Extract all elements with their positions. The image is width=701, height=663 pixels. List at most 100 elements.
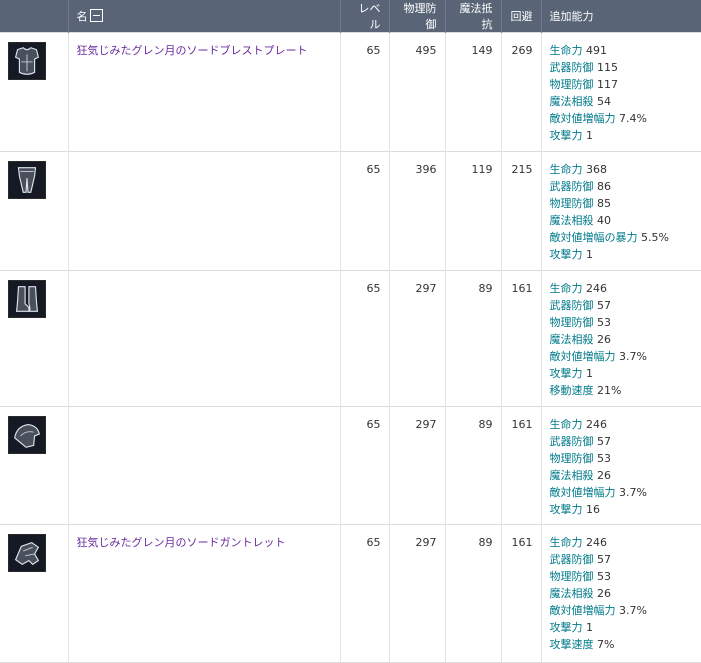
stat-line: 物理防御 53	[550, 568, 694, 585]
stat-line: 物理防御 53	[550, 314, 694, 331]
shoulder-armor-icon[interactable]	[8, 416, 46, 454]
header-name: 名	[67, 0, 340, 33]
stat-label: 敵対値増幅力	[549, 112, 616, 125]
leg-armor-icon[interactable]	[8, 161, 46, 199]
item-mag-res: 89	[444, 270, 501, 407]
item-name[interactable]: 狂気じみたグレン月のソードブレストプレート	[77, 44, 308, 57]
stat-line: 武器防御 115	[550, 59, 694, 76]
stat-line: 攻撃力 16	[550, 501, 694, 518]
stat-label: 攻撃速度	[549, 638, 594, 651]
stat-label: 敵対値増幅力	[549, 604, 616, 617]
stat-line: 生命力 368	[550, 161, 694, 178]
stat-value: 1	[586, 367, 593, 380]
stat-value: 246	[586, 418, 607, 431]
stat-value: 368	[586, 163, 607, 176]
stat-label: 生命力	[549, 44, 583, 57]
stat-line: 物理防御 117	[550, 76, 694, 93]
stat-value: 3.7%	[619, 486, 647, 499]
item-icon-cell	[0, 151, 68, 271]
stat-label: 武器防御	[549, 299, 594, 312]
stat-value: 54	[597, 95, 611, 108]
stat-label: 武器防御	[549, 180, 594, 193]
stat-line: 武器防御 57	[550, 297, 694, 314]
stat-line: 魔法相殺 40	[550, 212, 694, 229]
item-level: 65	[339, 32, 389, 152]
item-table: 名 レベル 物理防御 魔法抵抗 回避 追加能力 狂気じみたグレン月のソードブレス…	[0, 0, 701, 663]
stat-label: 物理防御	[549, 78, 594, 91]
item-name[interactable]: 狂気じみたグレン月のソードガントレット	[77, 536, 286, 549]
header-icon-col	[0, 0, 68, 33]
stat-value: 246	[586, 282, 607, 295]
stat-value: 57	[597, 553, 611, 566]
stat-label: 魔法相殺	[549, 333, 594, 346]
item-evade: 215	[500, 151, 541, 271]
stat-value: 86	[597, 180, 611, 193]
stat-value: 7.4%	[619, 112, 647, 125]
item-icon-cell	[0, 32, 68, 152]
header-mag-res: 魔法抵抗	[444, 0, 501, 33]
stat-line: 攻撃速度 7%	[550, 636, 694, 653]
stat-value: 1	[586, 248, 593, 261]
stat-value: 85	[597, 197, 611, 210]
item-mag-res: 149	[444, 32, 501, 152]
stat-value: 40	[597, 214, 611, 227]
stat-line: 生命力 246	[550, 534, 694, 551]
collapse-icon[interactable]	[89, 9, 103, 22]
stat-label: 物理防御	[549, 197, 594, 210]
stat-label: 生命力	[549, 418, 583, 431]
item-name-cell	[67, 406, 340, 525]
item-phys-def: 495	[388, 32, 445, 152]
stat-line: 攻撃力 1	[550, 365, 694, 382]
stat-label: 武器防御	[549, 553, 594, 566]
stat-value: 491	[586, 44, 607, 57]
stat-label: 敵対値増幅の暴力	[549, 231, 638, 244]
stat-label: 物理防御	[549, 452, 594, 465]
stat-value: 57	[597, 435, 611, 448]
stat-line: 攻撃力 1	[550, 127, 694, 144]
item-stats: 生命力 246 武器防御 57 物理防御 53 魔法相殺 26 敵対値増幅力 3…	[540, 270, 701, 407]
stat-line: 武器防御 86	[550, 178, 694, 195]
stat-line: 敵対値増幅力 7.4%	[550, 110, 694, 127]
stat-value: 5.5%	[641, 231, 669, 244]
stat-line: 攻撃力 1	[550, 246, 694, 263]
header-evade: 回避	[500, 0, 541, 33]
table-row: 65 297 89 161 生命力 246 武器防御 57 物理防御 53 魔法…	[0, 270, 701, 407]
stat-value: 21%	[597, 384, 622, 397]
item-name-cell: 狂気じみたグレン月のソードブレストプレート	[67, 32, 340, 152]
stat-value: 26	[597, 587, 611, 600]
header-name-label: 名	[76, 10, 88, 23]
table-row: 65 297 89 161 生命力 246 武器防御 57 物理防御 53 魔法…	[0, 406, 701, 525]
table-row: 狂気じみたグレン月のソードブレストプレート 65 495 149 269 生命力…	[0, 32, 701, 152]
stat-label: 武器防御	[549, 61, 594, 74]
item-phys-def: 297	[388, 406, 445, 525]
stat-value: 26	[597, 333, 611, 346]
item-evade: 161	[500, 270, 541, 407]
table-body: 狂気じみたグレン月のソードブレストプレート 65 495 149 269 生命力…	[0, 32, 701, 663]
stat-line: 生命力 246	[550, 280, 694, 297]
stat-label: 物理防御	[549, 316, 594, 329]
stat-label: 物理防御	[549, 570, 594, 583]
stat-value: 3.7%	[619, 350, 647, 363]
stat-value: 53	[597, 452, 611, 465]
stat-value: 246	[586, 536, 607, 549]
item-level: 65	[339, 151, 389, 271]
stat-value: 1	[586, 129, 593, 142]
item-level: 65	[339, 406, 389, 525]
item-mag-res: 89	[444, 524, 501, 663]
gauntlet-icon[interactable]	[8, 534, 46, 572]
item-stats: 生命力 246 武器防御 57 物理防御 53 魔法相殺 26 敵対値増幅力 3…	[540, 524, 701, 663]
stat-line: 敵対値増幅力 3.7%	[550, 348, 694, 365]
item-stats: 生命力 491 武器防御 115 物理防御 117 魔法相殺 54 敵対値増幅力…	[540, 32, 701, 152]
item-icon-cell	[0, 406, 68, 525]
stat-line: 物理防御 85	[550, 195, 694, 212]
stat-label: 敵対値増幅力	[549, 350, 616, 363]
boots-icon[interactable]	[8, 280, 46, 318]
item-icon-cell	[0, 524, 68, 663]
chest-armor-icon[interactable]	[8, 42, 46, 80]
stat-value: 3.7%	[619, 604, 647, 617]
item-phys-def: 297	[388, 524, 445, 663]
stat-label: 攻撃力	[549, 248, 583, 261]
stat-label: 攻撃力	[549, 129, 583, 142]
item-evade: 269	[500, 32, 541, 152]
item-name-cell	[67, 151, 340, 271]
